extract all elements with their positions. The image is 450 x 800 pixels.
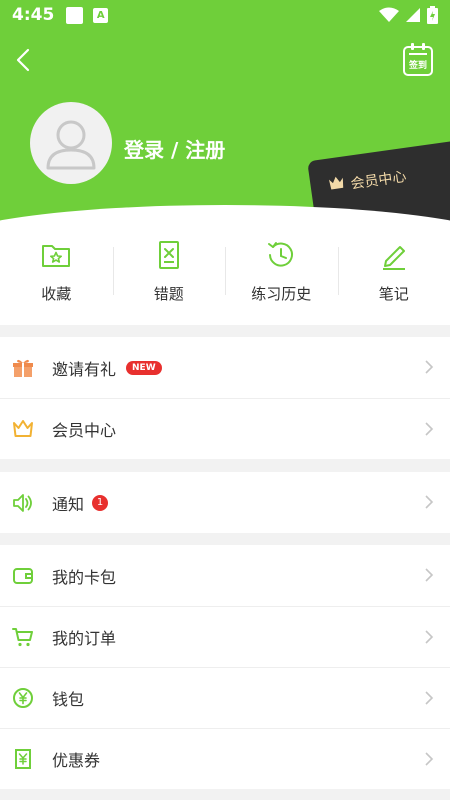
chevron-right-icon [425, 691, 434, 705]
chevron-right-icon [425, 568, 434, 582]
menu-orders[interactable]: 我的订单 [0, 606, 450, 667]
chevron-right-icon [425, 360, 434, 374]
menu-invite[interactable]: 邀请有礼 NEW [0, 337, 450, 398]
quick-wrong-questions[interactable]: 错题 [112, 225, 226, 325]
menu-card-pack[interactable]: 我的卡包 [0, 545, 450, 606]
profile-header: 签到 登录 / 注册 会员中心 [0, 30, 450, 225]
quick-favorites-label: 收藏 [41, 285, 72, 303]
user-placeholder-icon [46, 120, 96, 170]
wallet-icon [12, 565, 34, 587]
menu-notifications[interactable]: 通知 1 [0, 472, 450, 533]
menu-coupons-label: 优惠券 [52, 751, 101, 770]
menu-wallet-label: 钱包 [52, 690, 85, 709]
signal-icon [406, 8, 420, 22]
status-bar: 4:45 A [0, 0, 450, 30]
pencil-icon [382, 246, 405, 270]
status-time: 4:45 [12, 5, 55, 25]
checkin-button[interactable]: 签到 [403, 43, 433, 76]
quick-practice-history-label: 练习历史 [251, 285, 312, 303]
chevron-right-icon [425, 422, 434, 436]
battery-icon [427, 6, 438, 24]
menu-wallet[interactable]: 钱包 [0, 667, 450, 728]
speaker-icon [12, 492, 34, 514]
cart-icon [12, 626, 34, 648]
new-badge: NEW [126, 360, 162, 375]
notification-icon [66, 6, 84, 24]
quick-favorites[interactable]: 收藏 [0, 225, 113, 325]
menu-vip-center-label: 会员中心 [52, 421, 117, 440]
menu-group-notify: 通知 1 [0, 472, 450, 533]
coupon-icon [12, 748, 34, 770]
menu-coupons[interactable]: 优惠券 [0, 728, 450, 789]
yuan-icon [12, 687, 34, 709]
quick-actions: 收藏 错题 练习历史 笔记 [0, 225, 450, 325]
chevron-right-icon [425, 630, 434, 644]
login-register-link[interactable]: 登录 / 注册 [124, 134, 225, 163]
crown-icon [12, 418, 34, 440]
vip-card-label: 会员中心 [349, 168, 408, 193]
menu-orders-label: 我的订单 [52, 629, 117, 648]
menu-notifications-label: 通知 [52, 494, 85, 514]
menu-card-pack-label: 我的卡包 [52, 567, 117, 587]
chevron-right-icon [425, 495, 434, 509]
app-notification-icon: A [93, 7, 109, 23]
vip-crown-icon [328, 176, 344, 190]
quick-practice-history[interactable]: 练习历史 [225, 225, 338, 325]
quick-notes-label: 笔记 [378, 285, 409, 303]
menu-group-account: 我的卡包 我的订单 钱包 优惠券 [0, 545, 450, 789]
wifi-icon [379, 7, 399, 22]
avatar[interactable] [30, 102, 112, 184]
menu-group-promo: 邀请有礼 NEW 会员中心 [0, 337, 450, 459]
quick-notes[interactable]: 笔记 [337, 225, 450, 325]
menu-vip-center[interactable]: 会员中心 [0, 398, 450, 459]
checkin-label: 签到 [408, 61, 427, 71]
history-clock-icon [268, 242, 294, 267]
wrong-question-icon [158, 241, 179, 269]
folder-star-icon [42, 245, 71, 267]
quick-wrong-questions-label: 错题 [153, 285, 184, 303]
gift-icon [12, 357, 34, 379]
menu-invite-label: 邀请有礼 [52, 359, 117, 379]
back-button[interactable] [12, 46, 36, 74]
chevron-right-icon [425, 752, 434, 766]
unread-count-badge: 1 [92, 494, 109, 511]
